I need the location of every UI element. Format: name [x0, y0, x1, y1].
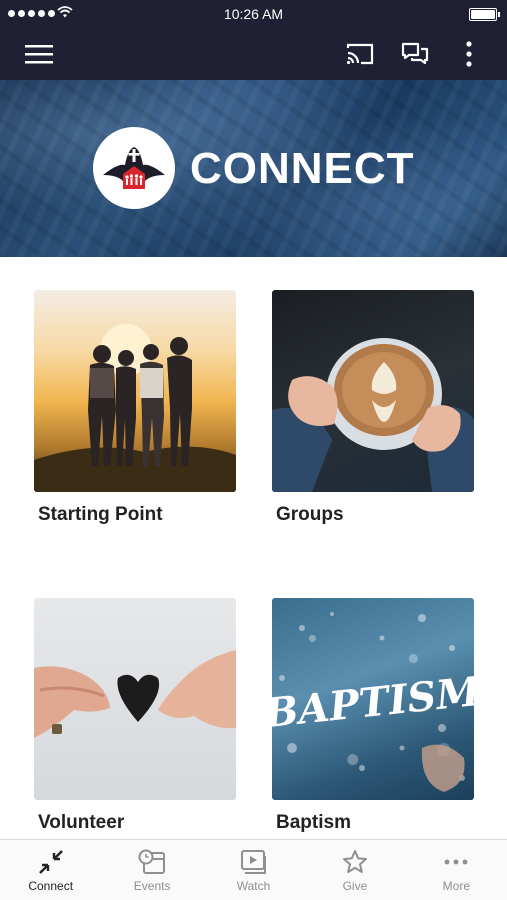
- connect-banner: CONNECT: [0, 80, 507, 257]
- status-bar: 10:26 AM: [0, 0, 507, 28]
- tile-label: Starting Point: [38, 504, 163, 525]
- chat-bubbles-icon[interactable]: [397, 36, 433, 72]
- tab-label: Events: [133, 879, 171, 893]
- volunteer-image: [34, 598, 236, 800]
- banner-title: CONNECT: [190, 144, 415, 193]
- calendar-clock-icon: [138, 849, 166, 874]
- tab-events[interactable]: Events: [101, 840, 202, 900]
- groups-image: [272, 290, 474, 492]
- star-icon: [342, 850, 367, 873]
- battery-icon: [469, 8, 500, 21]
- starting-point-image: [34, 290, 236, 492]
- tile-label: Volunteer: [38, 812, 125, 833]
- tab-give[interactable]: Give: [304, 840, 405, 900]
- tab-label: Give: [342, 879, 368, 893]
- tile-groups[interactable]: Groups: [272, 290, 474, 526]
- vertical-dots-icon[interactable]: [451, 36, 487, 72]
- tile-starting-point[interactable]: Starting Point: [34, 290, 236, 526]
- tab-more[interactable]: More: [406, 840, 507, 900]
- status-time: 10:26 AM: [223, 6, 284, 22]
- tile-volunteer[interactable]: Volunteer: [34, 598, 236, 834]
- tile-baptism[interactable]: BAPTISM Baptism: [272, 598, 474, 834]
- bottom-tab-bar: Connect Events Watch Give More: [0, 839, 507, 900]
- tab-label: Connect: [28, 879, 74, 893]
- video-play-icon: [240, 850, 266, 874]
- app-bar: [0, 28, 507, 80]
- baptism-image: BAPTISM: [272, 598, 474, 800]
- tile-label: Groups: [276, 504, 344, 525]
- connect-arrows-icon: [38, 850, 63, 874]
- tab-label: Watch: [236, 879, 271, 893]
- hamburger-menu-icon[interactable]: [21, 36, 57, 72]
- church-logo-icon: [93, 127, 175, 209]
- horizontal-dots-icon: [444, 859, 468, 865]
- cast-icon[interactable]: [342, 36, 378, 72]
- tab-watch[interactable]: Watch: [203, 840, 304, 900]
- tile-label: Baptism: [276, 812, 351, 833]
- tab-label: More: [442, 879, 470, 893]
- tab-connect[interactable]: Connect: [0, 840, 101, 900]
